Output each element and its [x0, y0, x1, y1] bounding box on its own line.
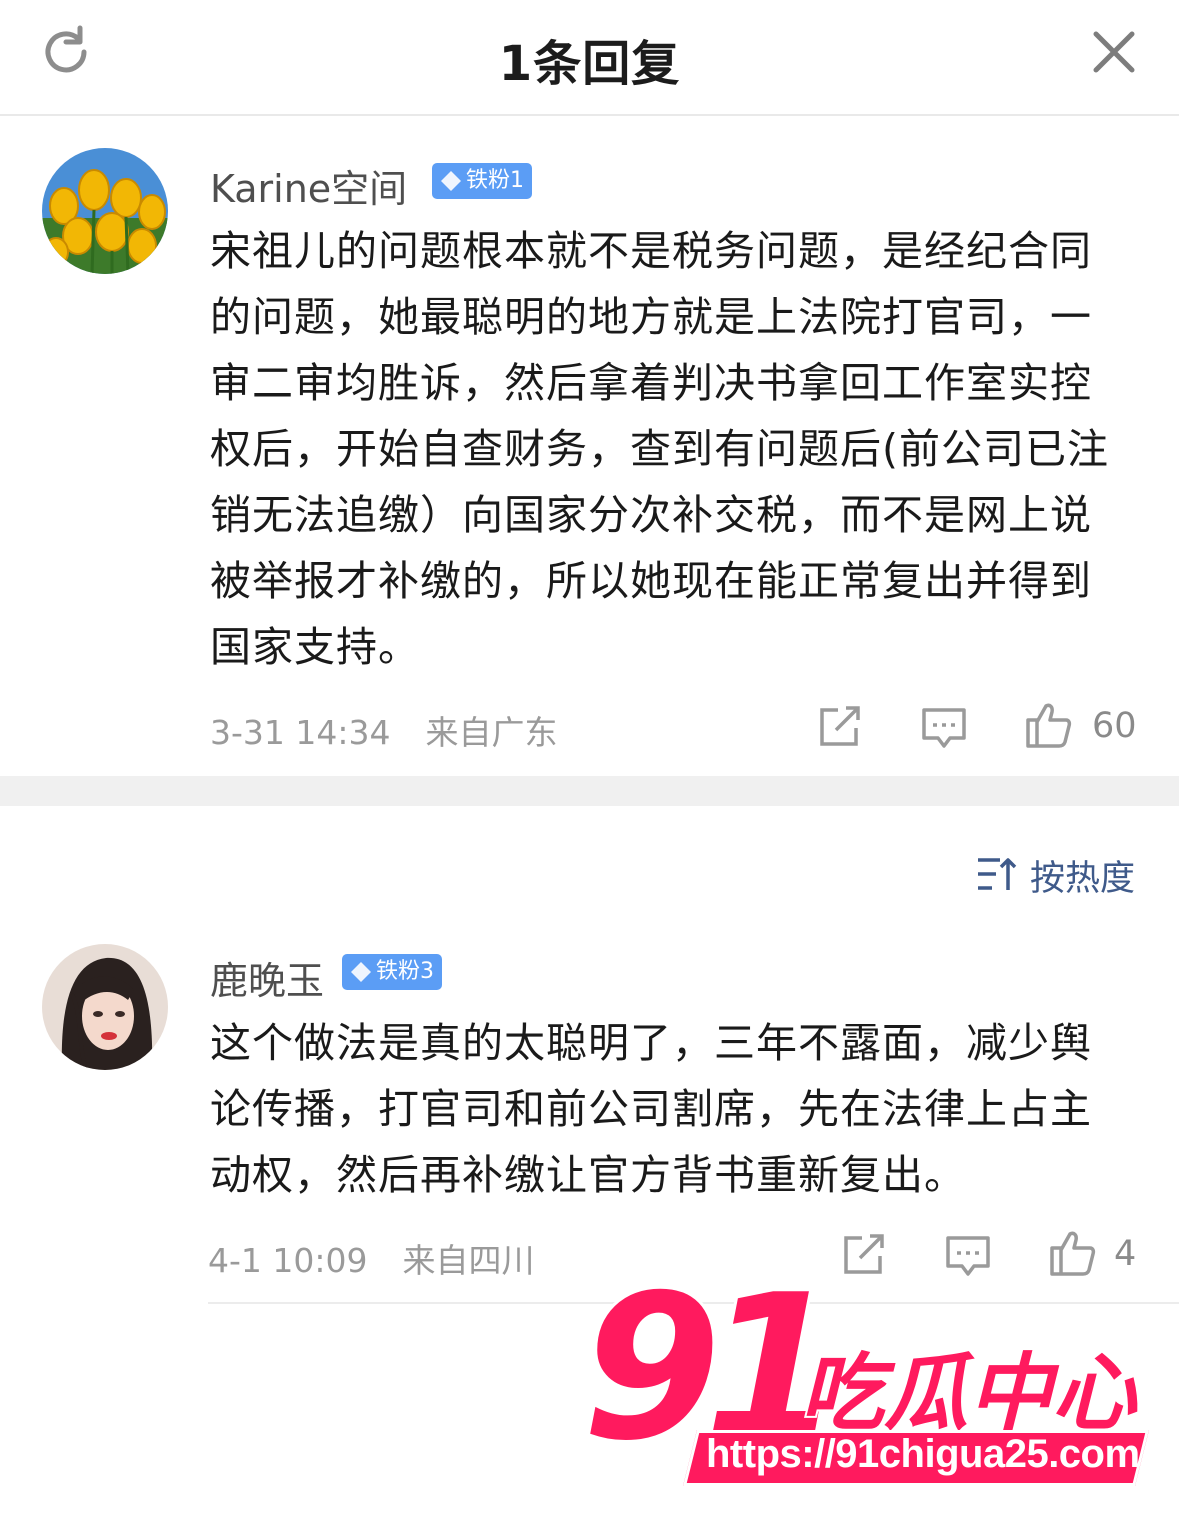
- sort-icon: [978, 858, 1017, 890]
- avatar[interactable]: [42, 944, 168, 1070]
- avatar[interactable]: [42, 148, 168, 274]
- watermark-name: 吃瓜中心: [798, 1342, 1138, 1444]
- section-separator: [0, 776, 1179, 806]
- comment-meta: 4-1 10:09 来自四川: [208, 1234, 535, 1282]
- comment-text: 宋祖儿的问题根本就不是税务问题，是经纪合同的问题，她最聪明的地方就是上法院打官司…: [210, 227, 1109, 671]
- fan-badge: 铁粉1: [432, 163, 532, 199]
- badge-label: 铁粉1: [466, 168, 524, 193]
- page-title: 1条回复: [498, 36, 681, 92]
- comment-location: 来自广东: [425, 713, 558, 752]
- watermark-url: https://91chigua25.com: [706, 1432, 1140, 1476]
- dialog-header: 1条回复: [0, 0, 1179, 116]
- reply-icon[interactable]: [920, 704, 968, 752]
- username[interactable]: Karine空间: [210, 158, 407, 213]
- comment-time: 3-31 14:34: [210, 713, 391, 752]
- fan-badge: 铁粉3: [342, 954, 442, 990]
- comment-text: 这个做法是真的太聪明了，三年不露面，减少舆论传播，打官司和前公司割席，先在法律上…: [210, 1019, 1092, 1199]
- sort-label: 按热度: [1030, 859, 1136, 899]
- diamond-icon: [441, 171, 461, 191]
- comment-time: 4-1 10:09: [208, 1241, 368, 1280]
- comment-location: 来自四川: [402, 1241, 535, 1280]
- diamond-icon: [351, 962, 371, 982]
- close-icon[interactable]: [1086, 24, 1142, 80]
- like-count: 60: [1092, 706, 1137, 746]
- badge-label: 铁粉3: [376, 959, 434, 984]
- share-icon[interactable]: [816, 702, 864, 750]
- comment-meta: 3-31 14:34 来自广东: [210, 706, 558, 754]
- like-icon[interactable]: [1024, 700, 1072, 748]
- watermark-logo: 91 吃瓜中心 https://91chigua25.com: [579, 1249, 1172, 1507]
- username[interactable]: 鹿晚玉: [210, 950, 324, 1005]
